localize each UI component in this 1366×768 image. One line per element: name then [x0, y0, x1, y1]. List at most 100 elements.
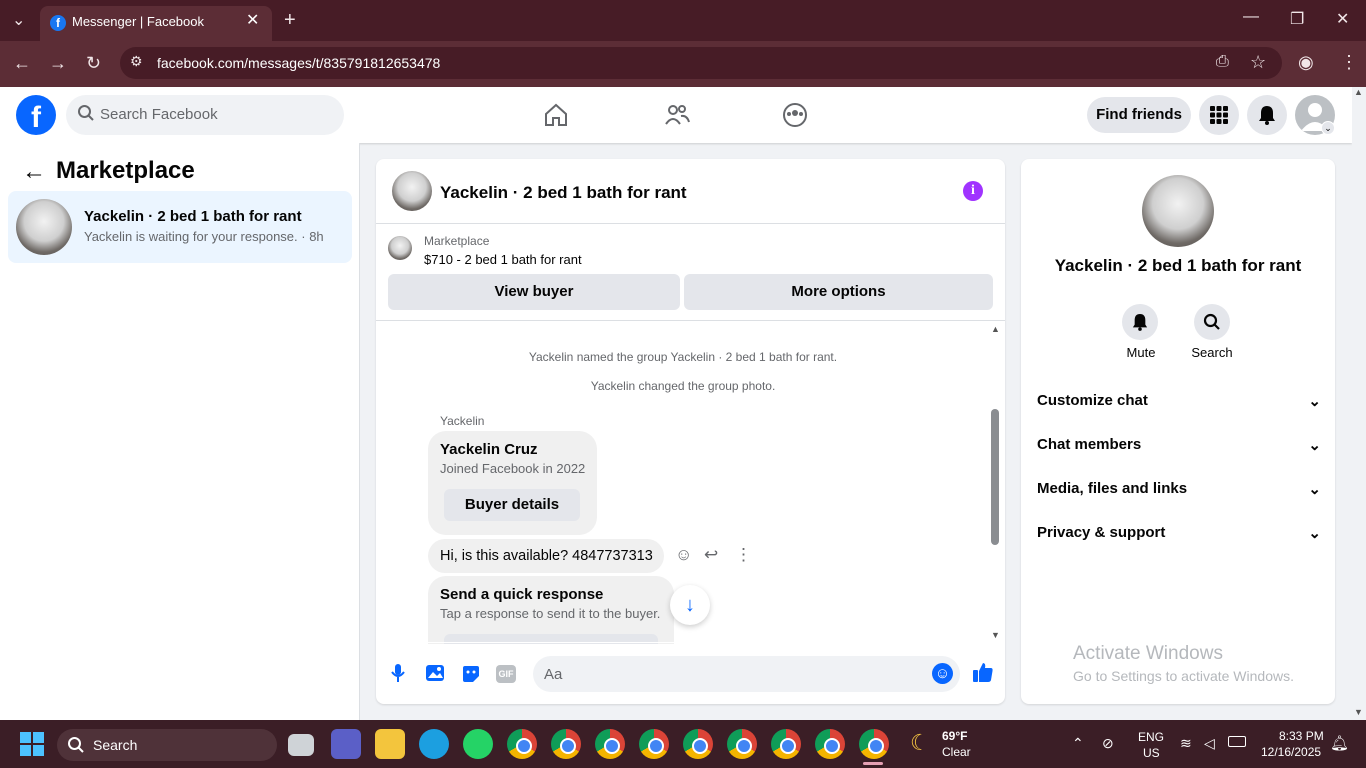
language-indicator[interactable]: ENG — [1138, 730, 1164, 744]
search-label: Search — [1191, 345, 1233, 360]
chat-members-section[interactable]: Chat members ⌄ — [1037, 436, 1321, 460]
menu-grid-icon[interactable] — [1199, 95, 1239, 135]
reply-icon[interactable]: ↩ — [704, 545, 718, 565]
notification-bell-icon[interactable]: 🔔︎ — [1330, 734, 1349, 752]
install-app-icon[interactable]: ⎙ — [1216, 53, 1229, 71]
chat-avatar[interactable] — [392, 171, 432, 211]
page-scroll-up-icon[interactable]: ▲ — [1354, 87, 1363, 97]
message-bubble[interactable]: Hi, is this available? 4847737313 — [428, 539, 664, 573]
sticker-icon[interactable] — [461, 664, 481, 689]
buyer-joined: Joined Facebook in 2022 — [440, 461, 586, 476]
site-info-icon[interactable]: ⚙ — [130, 53, 143, 70]
chrome-icon[interactable] — [815, 729, 845, 759]
clock-date[interactable]: 12/16/2025 — [1261, 745, 1321, 759]
buyer-card: Yackelin Cruz Joined Facebook in 2022 Bu… — [428, 431, 597, 535]
forward-icon[interactable]: → — [49, 53, 67, 74]
bookmark-star-icon[interactable]: ☆ — [1250, 52, 1266, 73]
edge-icon[interactable] — [419, 729, 449, 759]
media-files-links-section[interactable]: Media, files and links ⌄ — [1037, 480, 1321, 504]
back-arrow-icon[interactable]: ← — [22, 158, 46, 186]
maximize-icon[interactable]: ❐ — [1290, 9, 1304, 29]
chrome-icon[interactable] — [683, 729, 713, 759]
minimize-icon[interactable]: — — [1243, 8, 1259, 26]
close-window-icon[interactable]: ✕ — [1336, 9, 1349, 29]
browser-tab[interactable]: f Messenger | Facebook ✕ — [40, 6, 272, 41]
section-label: Customize chat — [1037, 392, 1148, 409]
back-icon[interactable]: ← — [13, 53, 31, 74]
message-input[interactable]: Aa ☺ — [533, 656, 960, 692]
scrollbar-thumb[interactable] — [991, 409, 999, 545]
more-options-button[interactable]: More options — [684, 274, 993, 310]
region-indicator[interactable]: US — [1143, 746, 1160, 760]
privacy-support-section[interactable]: Privacy & support ⌄ — [1037, 524, 1321, 548]
weather-temp[interactable]: 69°F — [942, 729, 967, 743]
reload-icon[interactable]: ↻ — [86, 53, 101, 74]
search-input[interactable]: Search Facebook — [66, 95, 344, 135]
view-buyer-button[interactable]: View buyer — [388, 274, 680, 310]
windows-start-icon[interactable] — [20, 732, 44, 761]
find-friends-button[interactable]: Find friends — [1087, 97, 1191, 133]
url-text[interactable]: facebook.com/messages/t/835791812653478 — [157, 55, 440, 71]
chrome-icon[interactable] — [639, 729, 669, 759]
chrome-icon[interactable] — [507, 729, 537, 759]
network-off-icon[interactable]: ⊘ — [1102, 735, 1114, 752]
home-icon[interactable] — [543, 102, 569, 133]
whatsapp-icon[interactable] — [463, 729, 493, 759]
mute-button[interactable] — [1122, 304, 1158, 340]
thumbs-up-icon[interactable] — [972, 661, 994, 688]
scroll-up-arrow-icon[interactable]: ▲ — [991, 324, 1000, 334]
taskbar-search[interactable]: Search — [57, 729, 277, 761]
chrome-icon[interactable] — [771, 729, 801, 759]
divider — [376, 223, 1005, 224]
scroll-down-icon[interactable]: ↓ — [670, 585, 710, 625]
quick-response-title: Send a quick response — [440, 586, 604, 603]
photo-icon[interactable] — [425, 664, 445, 687]
battery-icon[interactable] — [1228, 736, 1246, 747]
file-explorer-icon[interactable] — [375, 729, 405, 759]
profile-icon[interactable]: ◉ — [1298, 52, 1314, 73]
chat-scrollbar[interactable]: ▲ ▼ — [990, 324, 1000, 642]
emoji-icon[interactable]: ☺ — [932, 663, 953, 684]
page-scrollbar[interactable]: ▲ ▼ — [1352, 87, 1366, 720]
close-tab-icon[interactable]: ✕ — [246, 10, 259, 30]
new-tab-icon[interactable]: + — [284, 9, 296, 32]
page-scroll-down-icon[interactable]: ▼ — [1354, 707, 1363, 717]
wifi-icon[interactable]: ≋ — [1180, 735, 1192, 752]
scroll-down-arrow-icon[interactable]: ▼ — [991, 630, 1000, 640]
search-button[interactable] — [1194, 304, 1230, 340]
chat-title[interactable]: Yackelin · 2 bed 1 bath for rant — [440, 183, 687, 203]
conversation-item[interactable]: Yackelin · 2 bed 1 bath for rant Yackeli… — [8, 191, 352, 263]
chrome-icon[interactable] — [859, 729, 889, 759]
task-view-icon[interactable] — [288, 734, 314, 756]
groups-icon[interactable] — [782, 102, 808, 133]
more-actions-icon[interactable]: ⋮ — [735, 545, 752, 565]
listing-price[interactable]: $710 - 2 bed 1 bath for rant — [424, 252, 582, 267]
chrome-icon[interactable] — [595, 729, 625, 759]
info-icon[interactable]: i — [963, 181, 983, 201]
chrome-icon[interactable] — [727, 729, 757, 759]
volume-icon[interactable]: ◁ — [1204, 735, 1215, 752]
show-hidden-icons-icon[interactable]: ⌃ — [1072, 735, 1084, 752]
group-photo[interactable] — [1142, 175, 1214, 247]
clock-time[interactable]: 8:33 PM — [1279, 729, 1324, 743]
activate-windows-subtitle: Go to Settings to activate Windows. — [1073, 668, 1294, 684]
customize-chat-section[interactable]: Customize chat ⌄ — [1037, 392, 1321, 416]
buyer-details-button[interactable]: Buyer details — [444, 489, 580, 521]
weather-desc[interactable]: Clear — [942, 745, 971, 759]
facebook-logo-icon[interactable]: f — [16, 95, 56, 135]
microphone-icon[interactable] — [390, 663, 406, 688]
chevron-down-icon: ⌄ — [1308, 481, 1321, 498]
section-label: Media, files and links — [1037, 480, 1188, 497]
account-chevron-icon[interactable]: ⌄ — [1321, 121, 1335, 135]
weather-moon-icon[interactable]: ☾ — [910, 730, 930, 756]
system-message: Yackelin named the group Yackelin · 2 be… — [528, 350, 838, 364]
browser-menu-icon[interactable]: ⋮ — [1340, 52, 1358, 73]
tab-list-icon[interactable]: ⌄ — [12, 10, 25, 30]
chrome-icon[interactable] — [551, 729, 581, 759]
react-emoji-icon[interactable]: ☺ — [675, 545, 692, 565]
gif-icon[interactable]: GIF — [496, 665, 516, 683]
address-bar[interactable]: ⚙ facebook.com/messages/t/83579181265347… — [120, 47, 1282, 79]
friends-icon[interactable] — [663, 102, 691, 133]
notifications-bell-icon[interactable] — [1247, 95, 1287, 135]
teams-icon[interactable] — [331, 729, 361, 759]
